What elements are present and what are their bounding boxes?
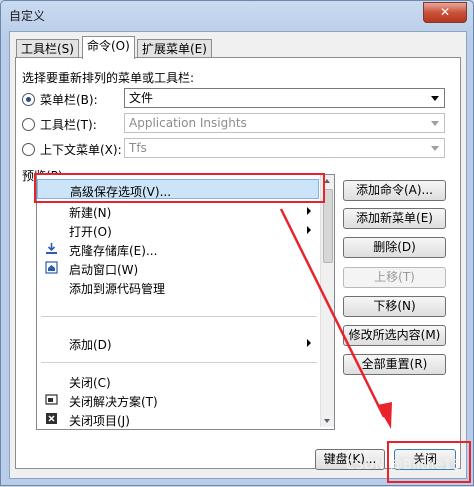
choose-menu-label: 选择要重新排列的菜单或工具栏:	[22, 71, 195, 85]
close-icon: ✕	[439, 5, 451, 19]
tab-commands[interactable]: 命令(O)	[82, 36, 135, 59]
list-item-add[interactable]: 添加(D)	[37, 333, 319, 353]
list-item-label: 启动窗口(W)	[69, 263, 139, 277]
move-up-button[interactable]: 上移(T)	[343, 267, 446, 288]
clone-download-icon	[46, 243, 57, 254]
menubar-select-value: 文件	[129, 91, 154, 105]
preview-list[interactable]: 高级保存选项(V)... 新建(N) 打开(O) 克隆存储库(E)... 启动窗…	[36, 174, 335, 430]
list-item-clone-repo[interactable]: 克隆存储库(E)...	[37, 239, 319, 259]
list-item-label: 新建(N)	[69, 206, 112, 220]
toolbar-select[interactable]: Application Insights	[124, 113, 445, 133]
menubar-label: 菜单栏(B):	[40, 93, 98, 107]
dialog-title: 自定义	[9, 9, 46, 23]
list-item-start-window[interactable]: 启动窗口(W)	[37, 258, 319, 278]
menu-separator	[41, 316, 317, 317]
close-solution-icon	[45, 394, 58, 405]
reset-all-button[interactable]: 全部重置(R)	[343, 354, 446, 375]
home-window-icon	[45, 261, 58, 274]
context-menu-label: 上下文菜单(X):	[40, 143, 122, 157]
toolbar-radio[interactable]	[22, 118, 35, 131]
menubar-select[interactable]: 文件	[124, 88, 445, 108]
toolbar-label: 工具栏(T):	[40, 118, 97, 132]
list-item-new[interactable]: 新建(N)	[37, 201, 319, 221]
chevron-right-icon	[307, 207, 311, 215]
context-menu-select[interactable]: Tfs	[124, 138, 445, 158]
menubar-radio[interactable]	[22, 93, 35, 106]
context-menu-select-value: Tfs	[129, 141, 147, 155]
list-item-label: 添加(D)	[69, 338, 112, 352]
highlight-annotation-box	[34, 173, 325, 203]
list-item-close-solution[interactable]: 关闭解决方案(T)	[37, 390, 319, 410]
list-item-label: 打开(O)	[69, 225, 112, 239]
list-item-label: 关闭项目(J)	[69, 414, 130, 428]
list-item-label: 克隆存储库(E)...	[69, 244, 158, 258]
add-new-menu-button[interactable]: 添加新菜单(E)	[343, 208, 446, 229]
list-item-close[interactable]: 关闭(C)	[37, 371, 319, 391]
delete-button[interactable]: 删除(D)	[343, 237, 446, 258]
chevron-right-icon	[307, 339, 311, 347]
scroll-down-icon[interactable]	[324, 419, 330, 423]
tab-extension-menus[interactable]: 扩展菜单(E)	[137, 39, 212, 58]
list-item-label: 关闭解决方案(T)	[69, 395, 158, 409]
close-project-icon	[46, 413, 57, 424]
menu-separator	[41, 362, 317, 363]
preview-scrollbar[interactable]	[320, 175, 334, 427]
list-item-label: 添加到源代码管理	[69, 282, 166, 296]
add-command-button[interactable]: 添加命令(A)...	[343, 180, 446, 201]
tab-toolbars[interactable]: 工具栏(S)	[16, 39, 79, 58]
chevron-down-icon	[431, 121, 439, 126]
move-down-button[interactable]: 下移(N)	[343, 296, 446, 317]
customize-dialog: 自定义 ✕ 工具栏(S) 命令(O) 扩展菜单(E) 选择要重新排列的菜单或工具…	[0, 0, 474, 486]
chevron-down-icon	[431, 146, 439, 151]
title-bar[interactable]: 自定义 ✕	[1, 1, 473, 31]
toolbar-select-value: Application Insights	[129, 116, 247, 130]
close-window-button[interactable]: ✕	[423, 2, 467, 23]
watermark-text: CSDN @Blithe13	[345, 458, 461, 473]
modify-selection-button[interactable]: 修改所选内容(M)	[343, 325, 446, 346]
list-item-close-project[interactable]: 关闭项目(J)	[37, 409, 319, 429]
chevron-down-icon	[431, 96, 439, 101]
chevron-right-icon	[307, 226, 311, 234]
list-item-add-source-control[interactable]: 添加到源代码管理	[37, 277, 319, 297]
dialog-client-area: 工具栏(S) 命令(O) 扩展菜单(E) 选择要重新排列的菜单或工具栏: 菜单栏…	[9, 31, 467, 479]
list-item-open[interactable]: 打开(O)	[37, 220, 319, 240]
list-item-label: 关闭(C)	[69, 376, 111, 390]
context-menu-radio[interactable]	[22, 143, 35, 156]
